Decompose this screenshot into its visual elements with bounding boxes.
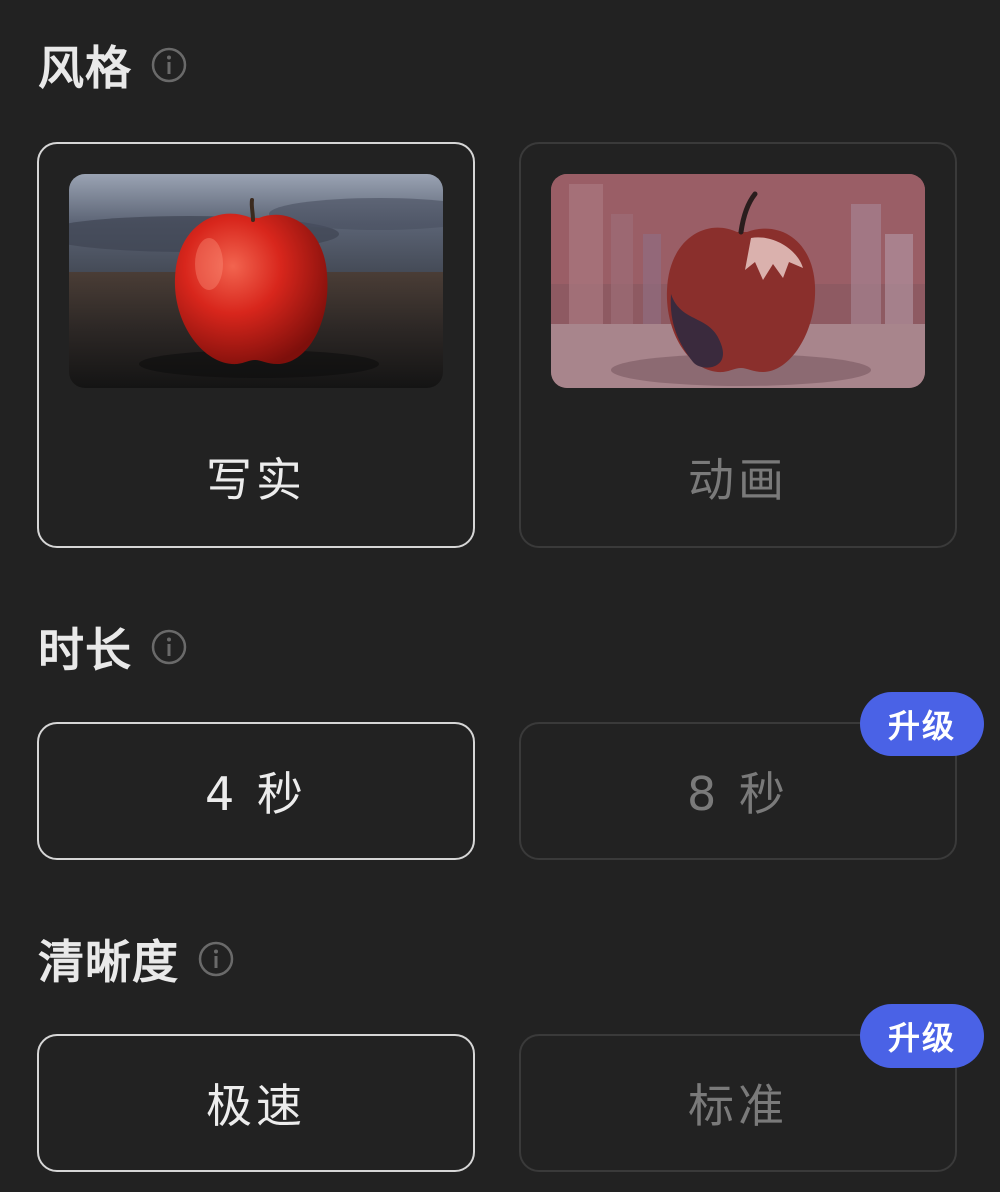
style-option-anime-label: 动画 xyxy=(688,453,788,507)
upgrade-badge[interactable]: 升级 xyxy=(860,692,984,756)
resolution-option-fast[interactable]: 极速 xyxy=(37,1034,475,1172)
resolution-option-fast-label: 极速 xyxy=(206,1079,306,1133)
style-option-realistic[interactable]: 写实 xyxy=(37,142,475,548)
duration-option-4s[interactable]: 4 秒 xyxy=(37,722,475,860)
info-circle-icon[interactable] xyxy=(150,46,188,84)
realistic-apple-image xyxy=(69,174,443,388)
duration-section-title: 时长 xyxy=(38,614,188,680)
style-section-title: 风格 xyxy=(38,32,188,98)
resolution-section-title: 清晰度 xyxy=(38,926,235,992)
duration-title-text: 时长 xyxy=(38,623,132,677)
realistic-apple-thumbnail xyxy=(69,174,443,388)
upgrade-badge[interactable]: 升级 xyxy=(860,1004,984,1068)
style-title-text: 风格 xyxy=(38,41,132,95)
duration-option-4s-label: 4 秒 xyxy=(205,767,307,821)
duration-option-8s-label: 8 秒 xyxy=(687,767,789,821)
info-circle-icon[interactable] xyxy=(150,628,188,666)
resolution-title-text: 清晰度 xyxy=(38,935,179,989)
style-option-realistic-label: 写实 xyxy=(206,453,306,507)
info-circle-icon[interactable] xyxy=(197,940,235,978)
anime-apple-thumbnail xyxy=(551,174,925,388)
style-option-anime[interactable]: 动画 xyxy=(519,142,957,548)
resolution-option-standard-label: 标准 xyxy=(688,1079,788,1133)
anime-apple-image xyxy=(551,174,925,388)
